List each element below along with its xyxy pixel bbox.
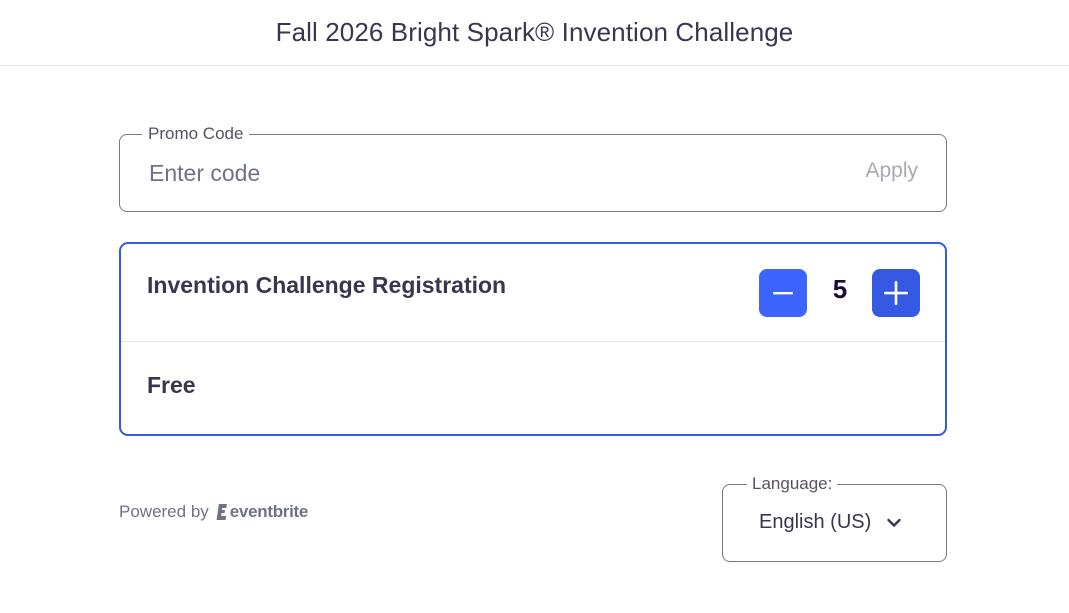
ticket-card: Invention Challenge Registration 5 Free [119,242,947,436]
chevron-down-icon [887,518,901,528]
brand-name: eventbrite [229,502,309,521]
ticket-price: Free [147,372,196,398]
promo-code-field: Promo Code Apply [119,124,947,212]
eventbrite-e-icon [216,504,227,520]
increment-button[interactable] [872,269,920,317]
language-select[interactable]: English (US) [759,511,901,534]
promo-code-input[interactable] [149,155,789,191]
apply-button[interactable]: Apply [865,159,918,183]
minus-icon [773,292,793,295]
powered-by-text: Powered by [119,502,209,521]
ticket-name: Invention Challenge Registration [147,272,507,298]
powered-by: Powered by eventbrite [119,502,308,522]
event-title: Fall 2026 Bright Spark® Invention Challe… [275,17,794,47]
decrement-button[interactable] [759,269,807,317]
quantity-value: 5 [832,274,848,304]
language-label: Language: [747,474,838,494]
language-field: Language: English (US) [722,474,947,562]
page-header: Fall 2026 Bright Spark® Invention Challe… [0,0,1069,66]
language-value: English (US) [759,511,872,533]
promo-code-label: Promo Code [142,124,250,144]
eventbrite-logo[interactable]: eventbrite [214,502,308,522]
ticket-header: Invention Challenge Registration 5 [121,244,945,342]
plus-icon [884,281,908,305]
